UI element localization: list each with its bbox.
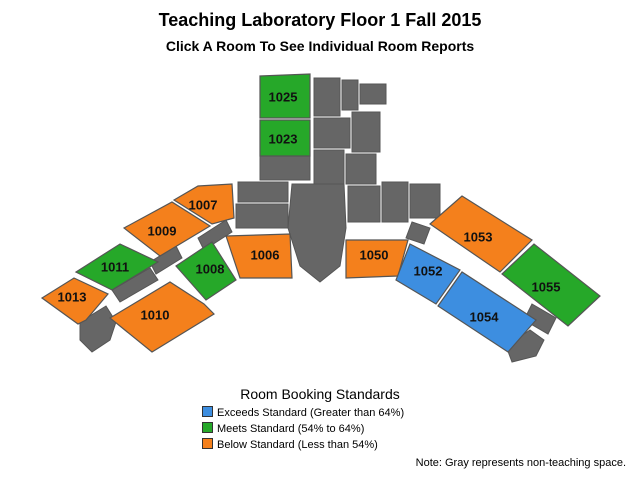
legend-swatch-exceeds <box>202 406 213 417</box>
legend-label-below: Below Standard (Less than 54%) <box>217 439 378 451</box>
legend-title: Room Booking Standards <box>240 386 400 402</box>
room-label-1053[interactable]: 1053 <box>464 229 493 244</box>
room-label-1055[interactable]: 1055 <box>532 279 561 294</box>
legend-item-meets: Meets Standard (54% to 64%) <box>202 421 404 437</box>
room-label-1006[interactable]: 1006 <box>251 247 280 262</box>
room-label-1013[interactable]: 1013 <box>58 289 87 304</box>
room-label-1052[interactable]: 1052 <box>414 263 443 278</box>
room-label-1025[interactable]: 1025 <box>269 89 298 104</box>
legend-label-exceeds: Exceeds Standard (Greater than 64%) <box>217 407 405 419</box>
room-label-1050[interactable]: 1050 <box>360 247 389 262</box>
legend-item-exceeds: Exceeds Standard (Greater than 64%) <box>202 405 404 421</box>
room-label-1009[interactable]: 1009 <box>148 223 177 238</box>
room-label-1007[interactable]: 1007 <box>189 197 218 212</box>
room-label-1054[interactable]: 1054 <box>470 309 500 324</box>
room-label-1010[interactable]: 1010 <box>141 307 170 322</box>
legend-label-meets: Meets Standard (54% to 64%) <box>217 423 365 435</box>
legend-swatch-below <box>202 438 213 449</box>
legend-swatch-meets <box>202 422 213 433</box>
room-label-1008[interactable]: 1008 <box>196 261 225 276</box>
legend-item-below: Below Standard (Less than 54%) <box>202 437 404 453</box>
legend: Exceeds Standard (Greater than 64%) Meet… <box>202 405 404 453</box>
room-label-1023[interactable]: 1023 <box>269 131 298 146</box>
non-teaching-note: Note: Gray represents non-teaching space… <box>415 457 626 469</box>
room-label-1011[interactable]: 1011 <box>101 259 129 274</box>
